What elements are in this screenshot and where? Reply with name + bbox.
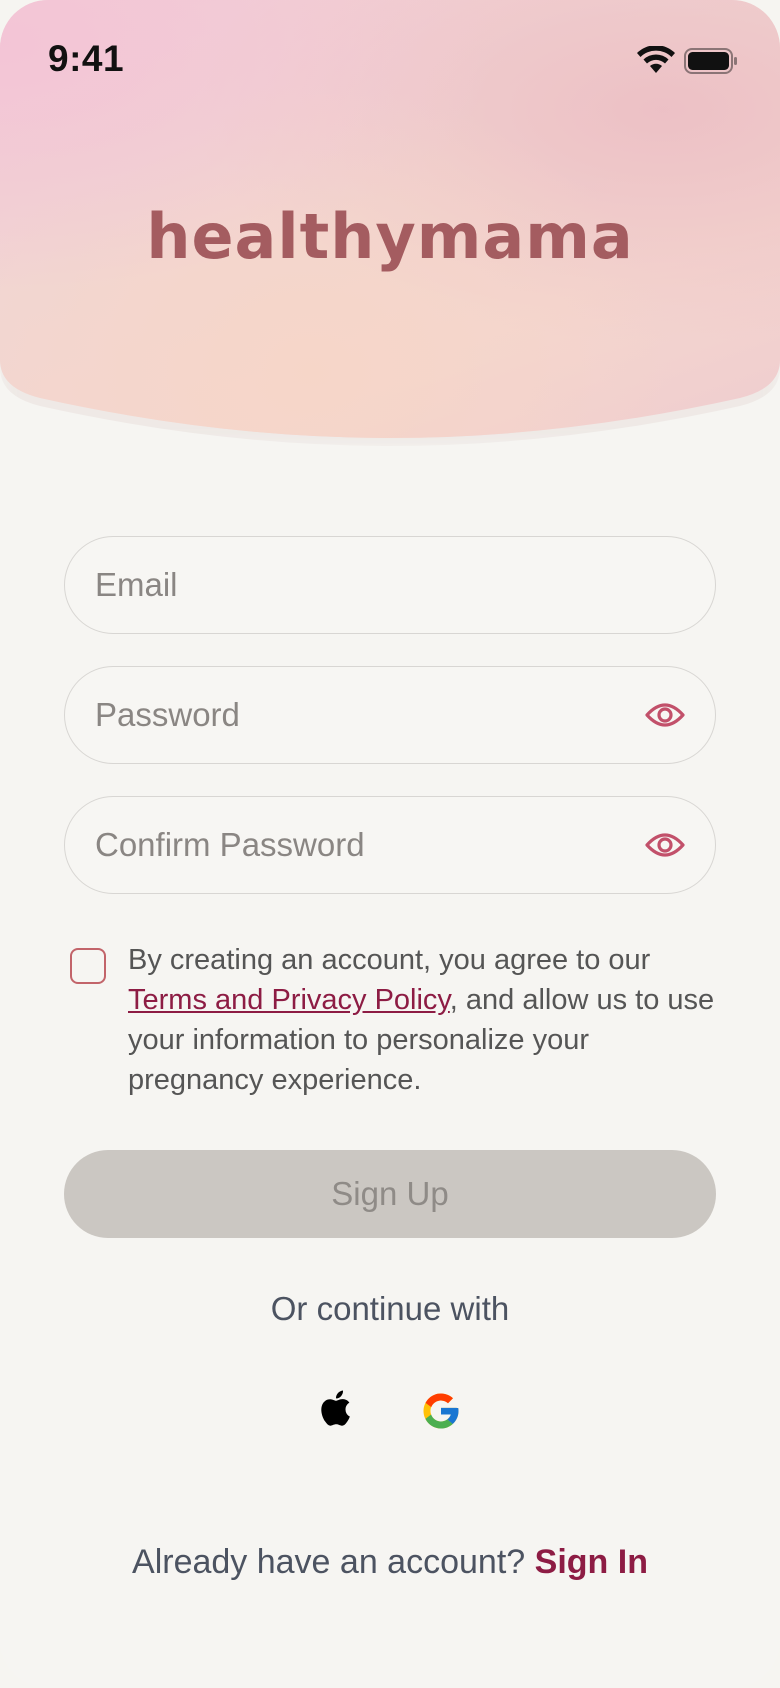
- confirm-password-field[interactable]: [64, 796, 716, 894]
- or-continue-text: Or continue with: [270, 1290, 510, 1327]
- consent-checkbox[interactable]: [70, 948, 106, 984]
- email-input[interactable]: [95, 537, 635, 633]
- signup-screen: 9:41 healthymama By creating an account,…: [0, 0, 780, 1688]
- email-field[interactable]: [64, 536, 716, 634]
- signin-link[interactable]: Sign In: [535, 1543, 648, 1581]
- eye-icon[interactable]: [645, 697, 685, 733]
- status-bar: 9:41: [0, 0, 780, 120]
- status-time: 9:41: [48, 38, 125, 79]
- consent-prefix: By creating an account, you agree to our: [128, 944, 651, 976]
- signin-row: Already have an account? Sign In: [0, 1543, 780, 1582]
- wifi-icon: [637, 46, 675, 73]
- password-input[interactable]: [95, 667, 635, 763]
- apple-icon[interactable]: [318, 1386, 356, 1430]
- signin-prompt: Already have an account?: [132, 1543, 526, 1581]
- google-icon[interactable]: [420, 1390, 462, 1432]
- consent-text: By creating an account, you agree to our…: [128, 940, 718, 1100]
- signup-button[interactable]: Sign Up: [64, 1150, 716, 1238]
- password-field[interactable]: [64, 666, 716, 764]
- confirm-password-input[interactable]: [95, 797, 635, 893]
- terms-link[interactable]: Terms and Privacy Policy: [128, 984, 450, 1016]
- eye-icon[interactable]: [645, 827, 685, 863]
- app-logo: healthymama: [146, 200, 634, 273]
- battery-icon: [684, 48, 737, 74]
